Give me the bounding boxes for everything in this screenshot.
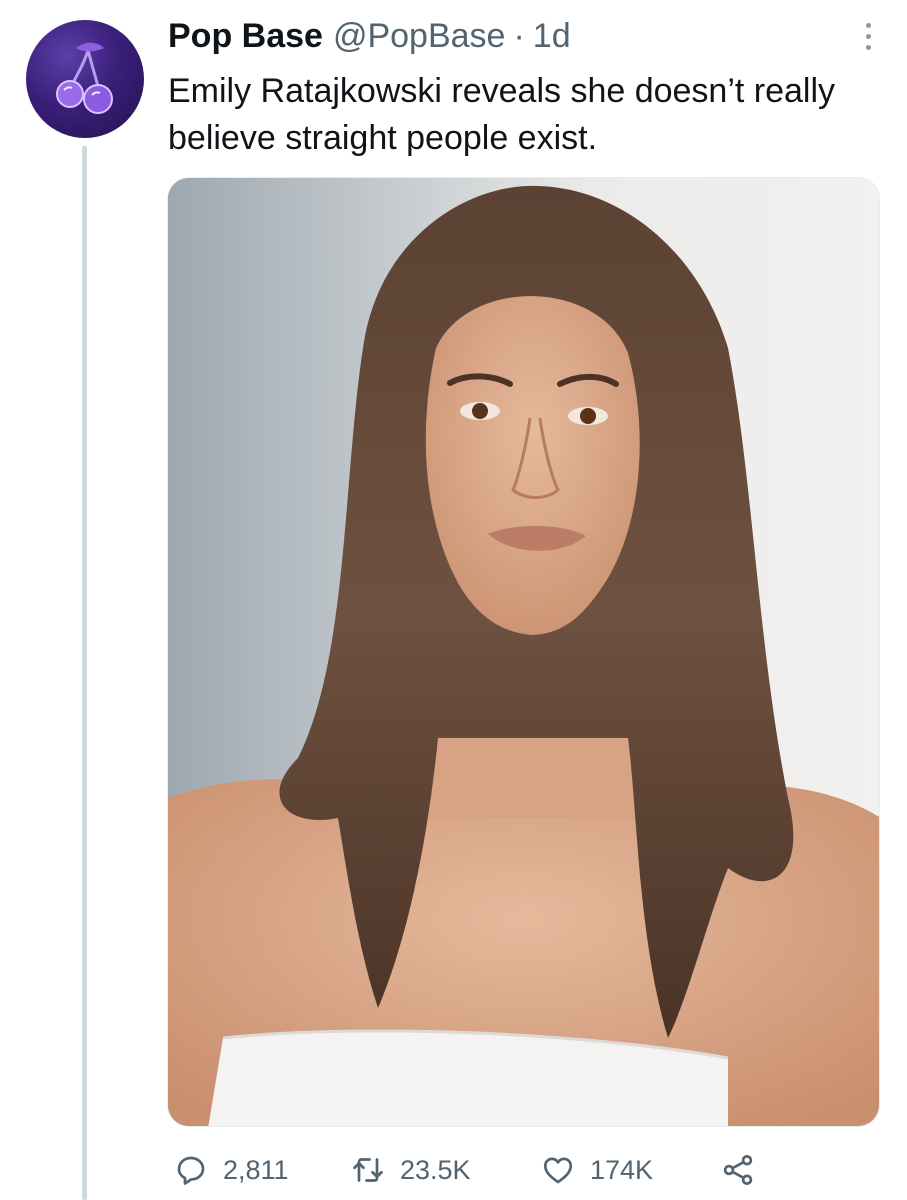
like-button[interactable]: 174K	[540, 1146, 653, 1194]
retweet-icon	[353, 1158, 383, 1182]
tweet-text: Emily Ratajkowski reveals she doesn’t re…	[168, 72, 836, 157]
heart-icon	[543, 1157, 573, 1184]
like-count: 174K	[590, 1154, 654, 1185]
separator-dot: ·	[513, 17, 525, 55]
tweet-actions: 2,811 23.5K 174K	[168, 1146, 868, 1194]
author-name[interactable]: Pop Base	[168, 16, 323, 56]
reply-icon	[177, 1156, 205, 1185]
portrait-image	[168, 178, 879, 1126]
avatar[interactable]	[26, 20, 144, 138]
thread-line	[82, 146, 87, 1200]
timestamp[interactable]: 1d	[533, 16, 571, 56]
cherry-icon	[56, 42, 113, 114]
more-vertical-icon	[865, 22, 871, 28]
retweet-count: 23.5K	[400, 1154, 471, 1185]
share-button[interactable]	[720, 1146, 756, 1194]
more-options-button[interactable]	[857, 18, 879, 54]
tweet-photo[interactable]	[167, 177, 880, 1127]
tweet-header: Pop Base @PopBase · 1d	[168, 16, 847, 56]
author-handle[interactable]: @PopBase	[333, 16, 506, 56]
tweet[interactable]: Pop Base @PopBase · 1d Emily Ratajkowski…	[0, 0, 907, 1200]
reply-button[interactable]: 2,811	[173, 1146, 289, 1194]
reply-count: 2,811	[223, 1154, 289, 1185]
share-icon	[723, 1155, 753, 1185]
retweet-button[interactable]: 23.5K	[350, 1146, 471, 1194]
